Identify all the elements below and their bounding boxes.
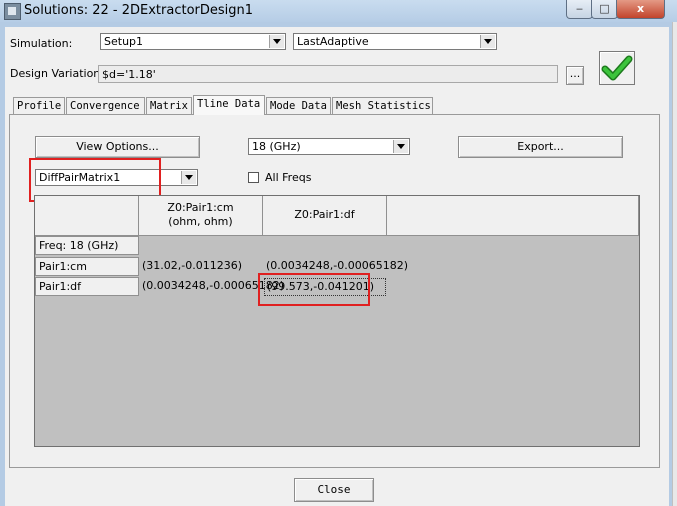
simulation-setup-value: Setup1 [104, 35, 144, 48]
checkmark-icon [601, 55, 633, 81]
solutions-window: Solutions: 22 - 2DExtractorDesign1 ‒ □ x… [0, 0, 677, 506]
cell-cm-cm[interactable]: (31.02,-0.011236) [140, 258, 242, 274]
chevron-down-icon[interactable] [181, 171, 196, 184]
design-variation-browse-button[interactable]: ... [566, 66, 584, 85]
row-header-pair1-cm[interactable]: Pair1:cm [35, 257, 139, 276]
column-header-z0-df[interactable]: Z0:Pair1:df [263, 196, 387, 236]
column-header-empty [387, 196, 639, 236]
app-icon [4, 3, 21, 20]
all-freqs-label[interactable]: All Freqs [265, 171, 311, 184]
minimize-button[interactable]: ‒ [566, 0, 593, 19]
frequency-value: 18 (GHz) [252, 140, 301, 153]
all-freqs-checkbox[interactable] [248, 172, 259, 183]
row-header-pair1-df[interactable]: Pair1:df [35, 277, 139, 296]
tab-profile[interactable]: Profile [13, 97, 65, 114]
scrollbar[interactable] [672, 22, 677, 506]
tline-data-grid: Z0:Pair1:cm (ohm, ohm) Z0:Pair1:df Freq:… [34, 195, 640, 447]
close-button[interactable]: Close [294, 478, 374, 502]
close-window-button[interactable]: x [616, 0, 665, 19]
design-variation-value: $d='1.18' [102, 68, 156, 81]
tab-matrix[interactable]: Matrix [146, 97, 192, 114]
design-variation-field[interactable]: $d='1.18' [98, 65, 558, 83]
tab-mode-data[interactable]: Mode Data [266, 97, 331, 114]
simulation-label: Simulation: [10, 37, 73, 50]
export-button[interactable]: Export... [458, 136, 623, 158]
tab-tline-data[interactable]: Tline Data [193, 95, 265, 115]
solution-status-button[interactable] [599, 51, 635, 85]
chevron-down-icon[interactable] [393, 140, 408, 153]
maximize-button[interactable]: □ [591, 0, 618, 19]
freq-row-header[interactable]: Freq: 18 (GHz) [35, 236, 139, 255]
dialog-body: Simulation: Setup1 LastAdaptive Design V… [5, 27, 669, 506]
design-variation-label: Design Variation: [10, 67, 104, 80]
grid-corner-cell [35, 196, 139, 236]
chevron-down-icon[interactable] [269, 35, 284, 48]
value-highlight-box [258, 273, 370, 306]
simulation-pass-value: LastAdaptive [297, 35, 369, 48]
cell-cm-df[interactable]: (0.0034248,-0.00065182) [264, 258, 408, 274]
frequency-select[interactable]: 18 (GHz) [248, 138, 410, 155]
window-title: Solutions: 22 - 2DExtractorDesign1 [24, 3, 254, 18]
tab-convergence[interactable]: Convergence [66, 97, 145, 114]
simulation-setup-select[interactable]: Setup1 [100, 33, 286, 50]
chevron-down-icon[interactable] [480, 35, 495, 48]
tab-mesh-statistics[interactable]: Mesh Statistics [332, 97, 433, 114]
view-options-button[interactable]: View Options... [35, 136, 200, 158]
simulation-pass-select[interactable]: LastAdaptive [293, 33, 497, 50]
title-bar[interactable]: Solutions: 22 - 2DExtractorDesign1 ‒ □ x [0, 0, 677, 22]
column-header-z0-cm[interactable]: Z0:Pair1:cm (ohm, ohm) [139, 196, 263, 236]
